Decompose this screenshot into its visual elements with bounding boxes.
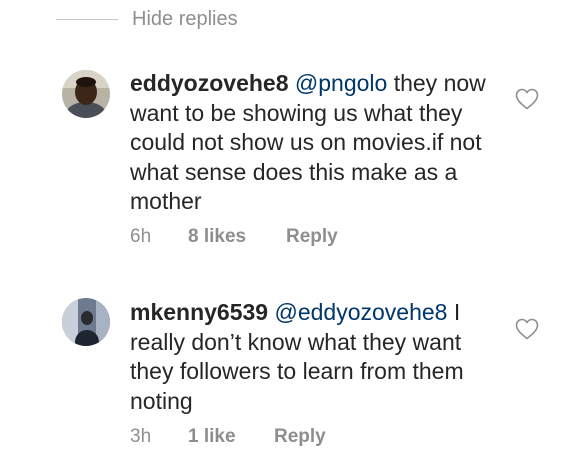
hide-replies-label: Hide replies [132,7,238,30]
comment-likes[interactable]: 8 likes [188,226,286,248]
avatar[interactable] [62,298,110,346]
hide-replies-button[interactable]: Hide replies [56,0,238,38]
comment-mention[interactable]: @eddyozovehe8 [274,299,447,325]
comment-mention[interactable]: @pngolo [295,70,387,96]
heart-outline-icon [515,88,539,110]
hide-replies-divider [56,18,118,20]
like-button[interactable] [515,88,539,110]
user-avatar-icon [62,70,110,118]
user-avatar-icon [62,298,110,346]
comment-meta: 3h 1 like Reply [130,426,326,448]
comment-username[interactable]: eddyozovehe8 [130,70,289,96]
comment-time: 6h [130,226,152,247]
reply-button[interactable]: Reply [274,426,326,448]
avatar[interactable] [62,70,110,118]
comment-text: eddyozovehe8 @pngolo they now want to be… [130,69,500,217]
comment-text: mkenny6539 @eddyozovehe8 I really don’t … [130,298,500,416]
comment-likes[interactable]: 1 like [188,426,274,448]
like-button[interactable] [515,318,539,340]
reply-button[interactable]: Reply [286,226,338,248]
heart-outline-icon [515,318,539,340]
comment-username[interactable]: mkenny6539 [130,299,268,325]
comment-meta: 6h 8 likes Reply [130,226,338,248]
comment-time: 3h [130,426,152,447]
